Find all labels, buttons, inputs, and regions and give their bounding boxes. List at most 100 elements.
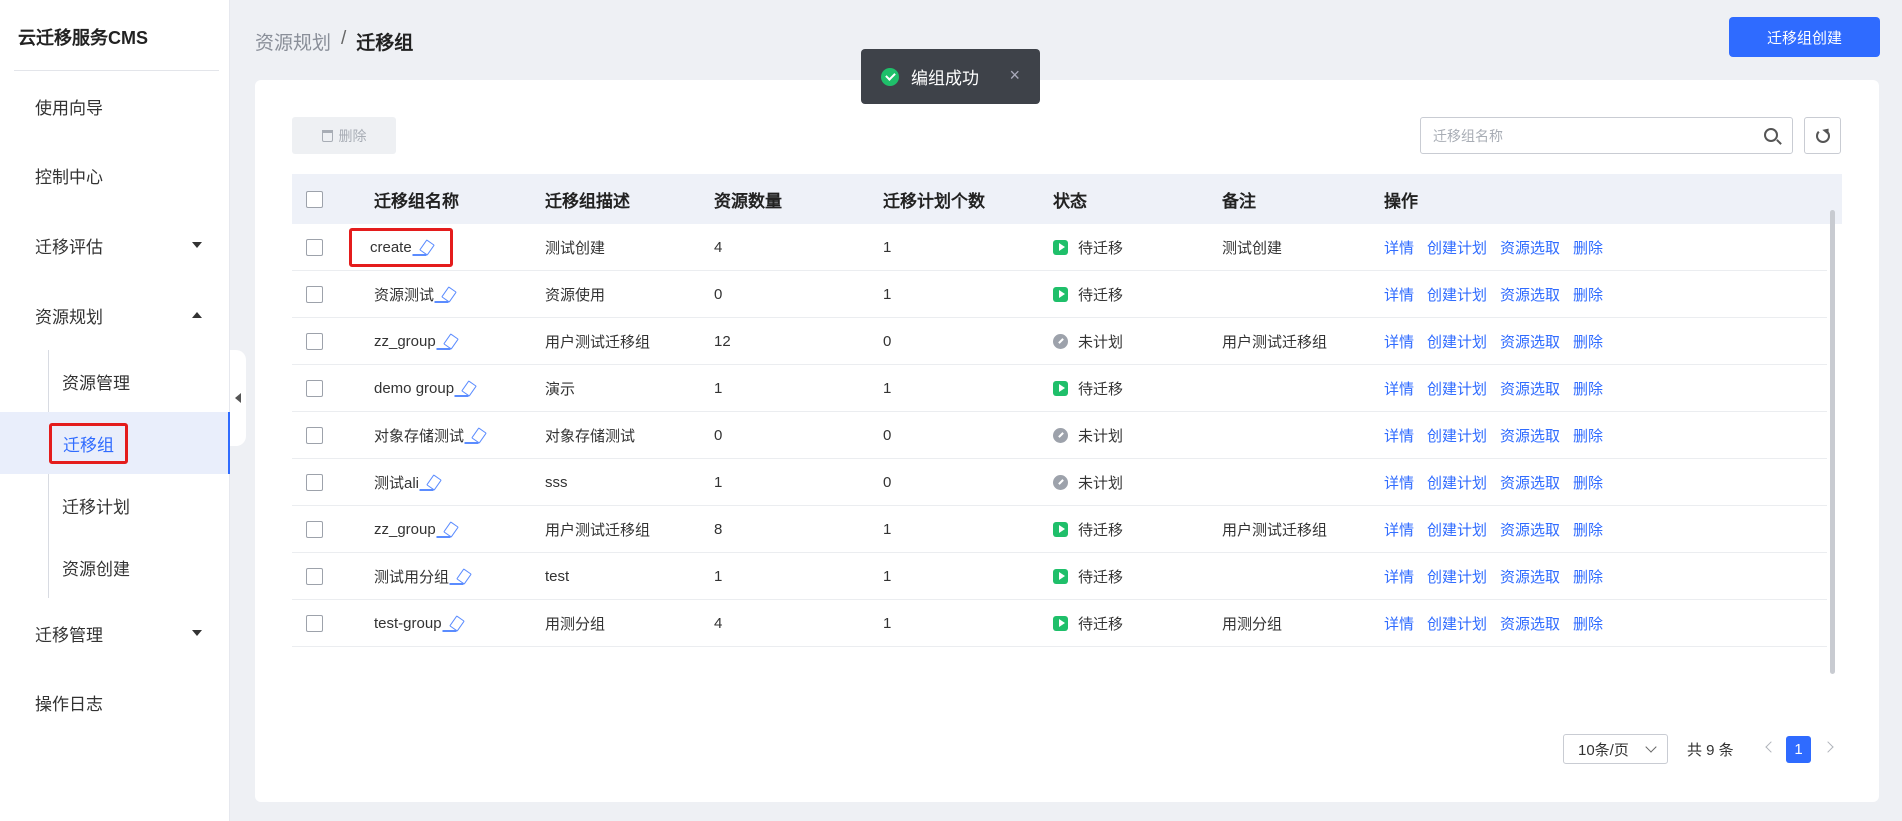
sidebar-item-planning[interactable]: 资源规划 [0, 295, 230, 335]
refresh-button[interactable] [1804, 117, 1841, 154]
plan-count: 1 [883, 285, 892, 303]
check-circle-icon [881, 67, 899, 86]
select-all-checkbox[interactable] [306, 190, 323, 208]
detail-link[interactable]: 详情 [1384, 284, 1414, 305]
edit-icon[interactable] [441, 285, 457, 303]
delete-label: 删除 [338, 127, 367, 144]
delete-link[interactable]: 删除 [1573, 237, 1603, 258]
create-plan-link[interactable]: 创建计划 [1427, 472, 1487, 493]
table-row: test-group 用测分组 4 1 待迁移 用测分组 详情 创建计划 资源选取 删除 [292, 600, 1827, 647]
delete-link[interactable]: 删除 [1573, 284, 1603, 305]
table-row: create 测试创建 4 1 待迁移 测试创建 详情 创建计划 资源选取 删除 [292, 224, 1827, 271]
search-icon[interactable] [1764, 128, 1778, 142]
status-text: 未计划 [1078, 333, 1124, 351]
create-plan-link[interactable]: 创建计划 [1427, 284, 1487, 305]
row-checkbox[interactable] [306, 379, 323, 397]
create-plan-link[interactable]: 创建计划 [1427, 237, 1487, 258]
plan-count: 0 [883, 473, 892, 491]
detail-link[interactable]: 详情 [1384, 472, 1414, 493]
delete-link[interactable]: 删除 [1573, 378, 1603, 399]
detail-link[interactable]: 详情 [1384, 519, 1414, 540]
sidebar-item-label: 迁移评估 [35, 237, 103, 257]
create-plan-link[interactable]: 创建计划 [1427, 425, 1487, 446]
group-name: zz_group [374, 332, 436, 350]
clock-icon [1053, 427, 1068, 443]
group-desc: 测试创建 [545, 239, 606, 257]
row-checkbox[interactable] [306, 285, 323, 303]
select-resource-link[interactable]: 资源选取 [1500, 566, 1560, 587]
column-header-ops: 操作 [1384, 191, 1418, 211]
detail-link[interactable]: 详情 [1384, 237, 1414, 258]
close-icon[interactable]: × [1009, 65, 1020, 86]
select-resource-link[interactable]: 资源选取 [1500, 378, 1560, 399]
row-checkbox[interactable] [306, 567, 323, 585]
edit-icon[interactable] [426, 473, 442, 491]
select-resource-link[interactable]: 资源选取 [1500, 237, 1560, 258]
table-row: 对象存储测试 对象存储测试 0 0 未计划 详情 创建计划 资源选取 删除 [292, 412, 1827, 459]
play-icon [1053, 286, 1068, 302]
edit-icon[interactable] [442, 520, 459, 538]
delete-link[interactable]: 删除 [1573, 566, 1603, 587]
row-checkbox[interactable] [306, 426, 323, 444]
edit-icon[interactable] [456, 567, 472, 585]
group-note: 用测分组 [1222, 615, 1283, 633]
delete-link[interactable]: 删除 [1573, 613, 1603, 634]
select-resource-link[interactable]: 资源选取 [1500, 472, 1560, 493]
edit-icon[interactable] [418, 238, 435, 256]
sidebar-item-migration-management[interactable]: 迁移管理 [0, 613, 230, 653]
edit-icon[interactable] [448, 614, 465, 632]
detail-link[interactable]: 详情 [1384, 331, 1414, 352]
row-checkbox[interactable] [306, 614, 323, 632]
sidebar-subitem-migration-group[interactable]: 迁移组 [0, 412, 230, 474]
edit-icon[interactable] [471, 426, 487, 444]
column-header-plans: 迁移计划个数 [883, 191, 985, 211]
sidebar-subitem-resource-management[interactable]: 资源管理 [0, 350, 230, 412]
sidebar-item-operation-log[interactable]: 操作日志 [0, 682, 230, 722]
detail-link[interactable]: 详情 [1384, 566, 1414, 587]
create-plan-link[interactable]: 创建计划 [1427, 331, 1487, 352]
sidebar-collapse-button[interactable] [230, 350, 246, 446]
create-group-button[interactable]: 迁移组创建 [1729, 17, 1880, 57]
create-plan-link[interactable]: 创建计划 [1427, 519, 1487, 540]
vertical-scrollbar[interactable] [1830, 210, 1835, 674]
delete-link[interactable]: 删除 [1573, 425, 1603, 446]
select-resource-link[interactable]: 资源选取 [1500, 425, 1560, 446]
delete-link[interactable]: 删除 [1573, 472, 1603, 493]
sidebar-item-assessment[interactable]: 迁移评估 [0, 225, 230, 265]
row-checkbox[interactable] [306, 473, 323, 491]
column-header-status: 状态 [1053, 191, 1087, 211]
edit-icon[interactable] [442, 332, 459, 350]
sidebar-subitem-migration-plan[interactable]: 迁移计划 [0, 474, 230, 536]
page-button-current[interactable]: 1 [1786, 736, 1811, 763]
batch-delete-button[interactable]: 删除 [292, 117, 396, 154]
detail-link[interactable]: 详情 [1384, 425, 1414, 446]
sidebar-subitem-resource-create[interactable]: 资源创建 [0, 536, 230, 598]
sidebar-item-guide[interactable]: 使用向导 [0, 86, 230, 126]
search-input[interactable] [1433, 127, 1733, 144]
table-row: zz_group 用户测试迁移组 8 1 待迁移 用户测试迁移组 详情 创建计划 资源选取 删除 [292, 506, 1827, 553]
select-resource-link[interactable]: 资源选取 [1500, 613, 1560, 634]
row-checkbox[interactable] [306, 238, 323, 256]
select-resource-link[interactable]: 资源选取 [1500, 331, 1560, 352]
select-resource-link[interactable]: 资源选取 [1500, 519, 1560, 540]
row-checkbox[interactable] [306, 520, 323, 538]
table-row: demo group 演示 1 1 待迁移 详情 创建计划 资源选取 删除 [292, 365, 1827, 412]
trash-icon [321, 129, 333, 142]
next-page-icon[interactable] [1822, 741, 1834, 753]
breadcrumb-parent[interactable]: 资源规划 [255, 28, 331, 55]
delete-link[interactable]: 删除 [1573, 331, 1603, 352]
create-plan-link[interactable]: 创建计划 [1427, 566, 1487, 587]
create-plan-link[interactable]: 创建计划 [1427, 378, 1487, 399]
detail-link[interactable]: 详情 [1384, 613, 1414, 634]
edit-icon[interactable] [461, 379, 477, 397]
row-checkbox[interactable] [306, 332, 323, 350]
select-resource-link[interactable]: 资源选取 [1500, 284, 1560, 305]
group-note: 用户测试迁移组 [1222, 333, 1328, 351]
create-plan-link[interactable]: 创建计划 [1427, 613, 1487, 634]
delete-link[interactable]: 删除 [1573, 519, 1603, 540]
detail-link[interactable]: 详情 [1384, 378, 1414, 399]
sidebar-item-label: 操作日志 [35, 694, 103, 714]
prev-page-icon[interactable] [1765, 741, 1777, 753]
page-size-select[interactable]: 10条/页 [1563, 734, 1668, 764]
sidebar-item-console[interactable]: 控制中心 [0, 155, 230, 195]
